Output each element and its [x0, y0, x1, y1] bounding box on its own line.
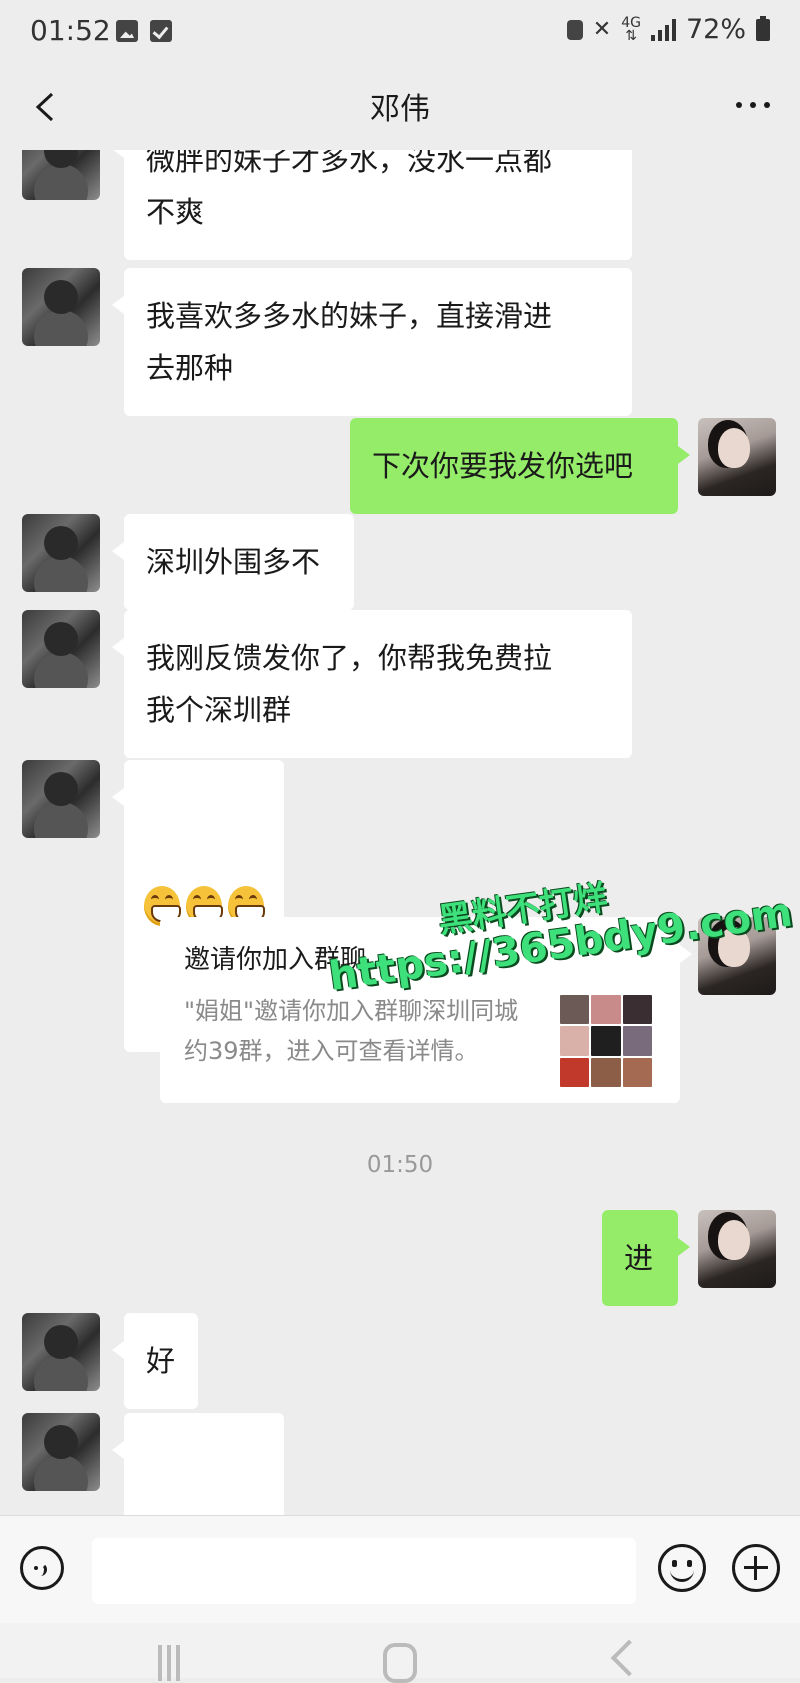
message-input[interactable]: [92, 1538, 636, 1604]
my-avatar[interactable]: [698, 418, 776, 496]
group-member-thumb: [622, 1026, 652, 1056]
battery-icon: [756, 15, 770, 41]
network-type: 4G ⇅: [621, 14, 641, 44]
group-member-thumb: [622, 1057, 652, 1087]
task-notification-icon: [150, 20, 172, 42]
message-bubble[interactable]: 进: [602, 1210, 690, 1306]
contact-avatar[interactable]: [22, 1313, 100, 1391]
status-time: 01:52: [30, 14, 111, 47]
invite-description: "娟姐"邀请你加入群聊深圳同城约39群，进入可查看详情。: [184, 997, 519, 1065]
group-member-thumb: [591, 1057, 621, 1087]
more-actions-icon[interactable]: [732, 1544, 780, 1592]
battery-percent: 72%: [685, 14, 746, 45]
time-separator: 01:50: [366, 1152, 434, 1178]
message-bubble[interactable]: 好: [112, 1313, 198, 1409]
group-member-thumb: [560, 1057, 590, 1087]
message-bubble[interactable]: [112, 1413, 284, 1515]
emoji-picker-icon[interactable]: [658, 1544, 706, 1592]
more-options-icon[interactable]: [736, 102, 770, 108]
invite-title: 邀请你加入群聊: [184, 945, 367, 975]
my-avatar[interactable]: [698, 917, 776, 995]
gallery-notification-icon: [116, 20, 138, 42]
group-member-thumb: [622, 995, 652, 1025]
contact-avatar[interactable]: [22, 150, 100, 200]
input-bar: [0, 1515, 800, 1624]
group-member-thumb: [591, 995, 621, 1025]
message-bubble[interactable]: 深圳外围多不: [112, 514, 354, 610]
my-avatar[interactable]: [698, 1210, 776, 1288]
message-bubble[interactable]: 我喜欢多多水的妹子，直接滑进 去那种: [112, 268, 632, 416]
chat-header: 邓伟: [0, 64, 800, 150]
status-notification-icons: [116, 20, 172, 42]
chat-messages[interactable]: 微胖的妹子才多水，没水一点都 不爽 我喜欢多多水的妹子，直接滑进 去那种 下次你…: [0, 150, 800, 1515]
message-bubble[interactable]: 微胖的妹子才多水，没水一点都 不爽: [112, 150, 632, 260]
recent-apps-icon[interactable]: [158, 1645, 194, 1681]
contact-avatar[interactable]: [22, 514, 100, 592]
lock-icon: [566, 19, 583, 40]
group-member-thumb: [560, 995, 590, 1025]
voice-input-icon[interactable]: [20, 1546, 64, 1590]
chat-title: 邓伟: [370, 92, 430, 127]
contact-avatar[interactable]: [22, 610, 100, 688]
message-bubble[interactable]: 我刚反馈发你了，你帮我免费拉 我个深圳群: [112, 610, 632, 758]
contact-avatar[interactable]: [22, 1413, 100, 1491]
status-right: ✕ 4G ⇅ 72%: [566, 14, 770, 45]
message-bubble[interactable]: 下次你要我发你选吧: [350, 418, 690, 514]
group-thumbnail: [560, 995, 652, 1087]
contact-avatar[interactable]: [22, 760, 100, 838]
mute-icon: ✕: [592, 17, 612, 42]
status-bar: 01:52 ✕ 4G ⇅ 72%: [0, 0, 800, 64]
group-invite-card[interactable]: 邀请你加入群聊 "娟姐"邀请你加入群聊深圳同城约39群，进入可查看详情。: [160, 917, 692, 1103]
system-back-icon[interactable]: [610, 1639, 648, 1677]
group-member-thumb: [591, 1026, 621, 1056]
signal-icon: [650, 18, 676, 41]
home-icon[interactable]: [383, 1643, 417, 1683]
contact-avatar[interactable]: [22, 268, 100, 346]
system-nav-bar: [0, 1623, 800, 1683]
group-member-thumb: [560, 1026, 590, 1056]
